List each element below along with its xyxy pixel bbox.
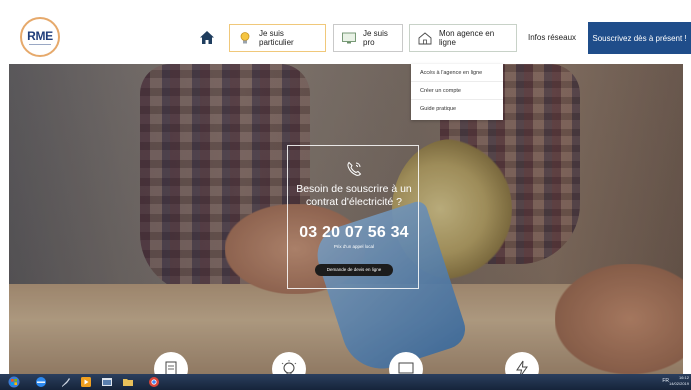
nav-pro-button[interactable]: Je suis pro <box>333 24 403 52</box>
page-margin-right <box>683 64 691 374</box>
home-icon[interactable] <box>199 30 215 45</box>
logo-text: RME <box>27 28 53 43</box>
windows-taskbar: FR 16:12 14/02/2019 <box>0 374 691 390</box>
media-player-icon[interactable] <box>80 376 92 388</box>
nav-infos-reseaux-link[interactable]: Infos réseaux <box>528 33 576 42</box>
phone-icon <box>347 161 362 176</box>
contact-card: Besoin de souscrire à un contrat d'élect… <box>287 145 419 289</box>
menu-item-acces-agence[interactable]: Accès à l'agence en ligne <box>411 64 503 82</box>
browser-icon[interactable] <box>35 376 47 388</box>
window-app-icon[interactable] <box>101 376 113 388</box>
site-header: RME Je suis particulier Je suis pro Mon … <box>0 0 691 64</box>
menu-item-guide-pratique[interactable]: Guide pratique <box>411 100 503 118</box>
nav-particulier-label: Je suis particulier <box>259 29 294 47</box>
page-margin-left <box>0 64 9 374</box>
subscribe-cta-button[interactable]: Souscrivez dès à présent ! <box>588 22 691 54</box>
nav-agence-label: Mon agence en ligne <box>439 29 495 47</box>
nav-pro-label: Je suis pro <box>363 29 388 47</box>
rme-logo[interactable]: RME <box>20 17 60 57</box>
start-button-icon[interactable] <box>8 376 20 388</box>
agence-dropdown-menu: Accès à l'agence en ligne Créer un compt… <box>411 64 503 120</box>
quote-request-button[interactable]: Demande de devis en ligne <box>315 264 393 276</box>
contact-card-title: Besoin de souscrire à un contrat d'élect… <box>296 183 412 208</box>
contact-phone-note: Prix d'un appel local <box>333 244 375 249</box>
house-icon <box>418 32 432 45</box>
clock-date: 14/02/2019 <box>668 381 689 386</box>
logo-tagline-rule <box>29 43 51 45</box>
lightbulb-icon <box>240 32 250 44</box>
nav-agence-button[interactable]: Mon agence en ligne <box>409 24 517 52</box>
file-explorer-icon[interactable] <box>122 376 134 388</box>
monitor-icon <box>342 32 356 44</box>
chrome-icon[interactable] <box>148 376 160 388</box>
tool-icon[interactable] <box>60 376 72 388</box>
menu-item-creer-compte[interactable]: Créer un compte <box>411 82 503 100</box>
system-clock[interactable]: 16:12 14/02/2019 <box>669 375 689 387</box>
contact-phone-number[interactable]: 03 20 07 56 34 <box>288 224 420 242</box>
nav-particulier-button[interactable]: Je suis particulier <box>229 24 326 52</box>
